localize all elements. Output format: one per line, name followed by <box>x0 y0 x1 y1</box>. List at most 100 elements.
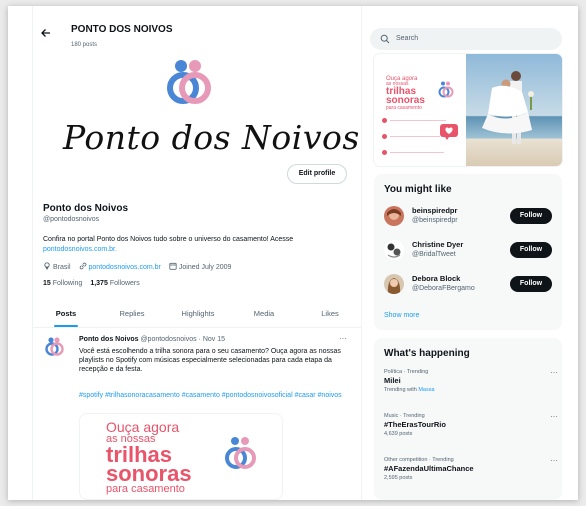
account-handle: @BridalTweet <box>412 251 456 258</box>
browser-page: Ponto dos Noivos Ponto dos Noivos 180 po… <box>8 6 578 500</box>
promo-line-4: sonoras <box>106 461 192 486</box>
location-item: Brasil <box>43 262 71 271</box>
avatar[interactable] <box>43 336 65 358</box>
calendar-icon <box>169 262 177 270</box>
tab-likes[interactable]: Likes <box>297 300 361 327</box>
trend-subtext: Trending with Massa <box>384 386 554 394</box>
location-pin-icon <box>44 262 50 270</box>
rings-logo-icon <box>167 60 211 104</box>
search-placeholder: Search <box>396 35 419 42</box>
followers-count: 1,375 <box>90 280 108 287</box>
profile-name: Ponto dos Noivos <box>43 203 128 214</box>
tab-highlights[interactable]: Highlights <box>165 300 231 327</box>
promo-line-5: para casamento <box>386 105 422 111</box>
tweet-handle-date: @pontodosnoivos · Nov 15 <box>140 336 225 343</box>
suggested-account[interactable]: beinspiredpr @beinspiredpr Follow <box>384 204 554 232</box>
avatar[interactable] <box>384 206 404 226</box>
location-text: Brasil <box>53 264 71 271</box>
decorative-dot <box>382 134 387 139</box>
account-name[interactable]: beinspiredpr <box>412 206 457 215</box>
follow-button[interactable]: Follow <box>510 208 552 224</box>
trend-item[interactable]: Other competition · Trending #AFazendaUl… <box>384 456 558 482</box>
header-post-count: 180 posts <box>71 42 98 48</box>
profile-header-bar: Ponto dos Noivos 180 posts <box>33 6 361 48</box>
more-options-icon[interactable]: ··· <box>550 456 558 465</box>
tab-posts[interactable]: Posts <box>33 300 99 327</box>
decorative-dot <box>382 150 387 155</box>
follow-counts: 15 Following 1,375 Followers <box>43 280 140 287</box>
bio-text: Confira no portal Ponto dos Noivos tudo … <box>43 236 294 243</box>
trend-name: Milei <box>384 376 401 385</box>
who-to-follow-panel: You might like beinspiredpr @beinspiredp… <box>374 174 562 330</box>
joined-item: Joined July 2009 <box>169 262 232 271</box>
tab-replies[interactable]: Replies <box>99 300 165 327</box>
account-handle: @DeboraFBergamo <box>412 285 475 292</box>
account-name[interactable]: Debora Block <box>412 274 460 283</box>
decorative-line <box>390 152 444 153</box>
who-to-follow-title: You might like <box>384 184 452 195</box>
website-link[interactable]: pontodosnoivos.com.br <box>89 264 161 271</box>
tab-media[interactable]: Media <box>231 300 297 327</box>
media-preview-card[interactable]: Ouça agora as nossas trilhas sonoras par… <box>374 54 562 166</box>
more-options-icon[interactable]: ··· <box>550 368 558 377</box>
tweet-text: Você está escolhendo a trilha sonora par… <box>79 348 341 373</box>
profile-column: Ponto dos Noivos Ponto dos Noivos 180 po… <box>32 6 362 500</box>
promo-line-1: Ouça agora <box>106 419 180 435</box>
trend-context: Política · Trending <box>384 369 429 375</box>
suggested-account[interactable]: Debora Block @DeboraFBergamo Follow <box>384 272 554 300</box>
following-link[interactable]: 15 Following <box>43 280 82 287</box>
show-more-link[interactable]: Show more <box>384 312 419 319</box>
bio-link[interactable]: pontodosnoivos.com.br. <box>43 246 117 253</box>
more-options-icon[interactable]: ··· <box>550 412 558 421</box>
wedding-couple-photo <box>466 54 562 166</box>
joined-text: Joined July 2009 <box>178 264 232 271</box>
tweet-media-image[interactable]: Ouça agora as nossas trilhas sonoras par… <box>79 413 283 500</box>
tweet[interactable]: Ponto dos Noivos @pontodosnoivos · Nov 1… <box>33 328 361 500</box>
avatar[interactable] <box>384 240 404 260</box>
profile-tabs: Posts Replies Highlights Media Likes <box>33 300 361 328</box>
tweet-hashtags[interactable]: #spotify #trilhasonoracasamento #casamen… <box>79 391 355 400</box>
following-count: 15 <box>43 280 51 287</box>
more-options-icon[interactable]: ··· <box>339 334 347 343</box>
decorative-line <box>390 136 440 137</box>
follow-button[interactable]: Follow <box>510 242 552 258</box>
arrow-left-icon[interactable] <box>41 28 51 40</box>
account-handle: @beinspiredpr <box>412 217 458 224</box>
header-title: Ponto dos Noivos <box>71 24 173 35</box>
tweet-author[interactable]: Ponto dos Noivos <box>79 336 139 343</box>
trend-name: #AFazendaUltimaChance <box>384 464 474 473</box>
profile-banner[interactable]: Ponto dos Noivos <box>33 36 361 158</box>
decorative-dot <box>382 118 387 123</box>
follow-button[interactable]: Follow <box>510 276 552 292</box>
heart-speech-icon <box>440 124 458 140</box>
search-input[interactable]: Search <box>370 28 562 50</box>
trend-sub-highlight[interactable]: Massa <box>418 387 434 393</box>
trend-context: Music · Trending <box>384 413 425 419</box>
trend-subtext: 2,595 posts <box>384 475 413 481</box>
avatar[interactable] <box>384 274 404 294</box>
following-label: Following <box>52 280 83 287</box>
trend-name: #TheErasTourRio <box>384 420 446 429</box>
trend-sub-prefix: Trending with <box>384 387 417 393</box>
decorative-line <box>390 120 446 121</box>
account-name[interactable]: Christine Dyer <box>412 240 463 249</box>
website-item[interactable]: pontodosnoivos.com.br <box>79 262 161 271</box>
edit-profile-button[interactable]: Edit profile <box>287 164 347 184</box>
trend-item[interactable]: Política · Trending Milei Trending with … <box>384 368 558 394</box>
profile-handle: @pontodosnoivos <box>43 216 100 223</box>
search-icon <box>380 34 390 44</box>
trends-panel: What's happening Política · Trending Mil… <box>374 338 562 500</box>
profile-meta: Brasil pontodosnoivos.com.br Joined July… <box>43 262 231 271</box>
trend-context: Other competition · Trending <box>384 457 454 463</box>
trend-item[interactable]: Music · Trending #TheErasTourRio 4,639 p… <box>384 412 558 438</box>
banner-logo-text: Ponto dos Noivos <box>63 118 360 157</box>
profile-bio: Confira no portal Ponto dos Noivos tudo … <box>43 235 353 255</box>
link-icon <box>79 262 86 270</box>
promo-preview: Ouça agora as nossas trilhas sonoras par… <box>374 54 466 166</box>
rings-logo-icon <box>225 437 256 469</box>
trends-title: What's happening <box>384 348 470 359</box>
suggested-account[interactable]: Christine Dyer @BridalTweet Follow <box>384 238 554 266</box>
followers-link[interactable]: 1,375 Followers <box>90 280 139 287</box>
followers-label: Followers <box>109 280 140 287</box>
trend-subtext: 4,639 posts <box>384 431 413 437</box>
